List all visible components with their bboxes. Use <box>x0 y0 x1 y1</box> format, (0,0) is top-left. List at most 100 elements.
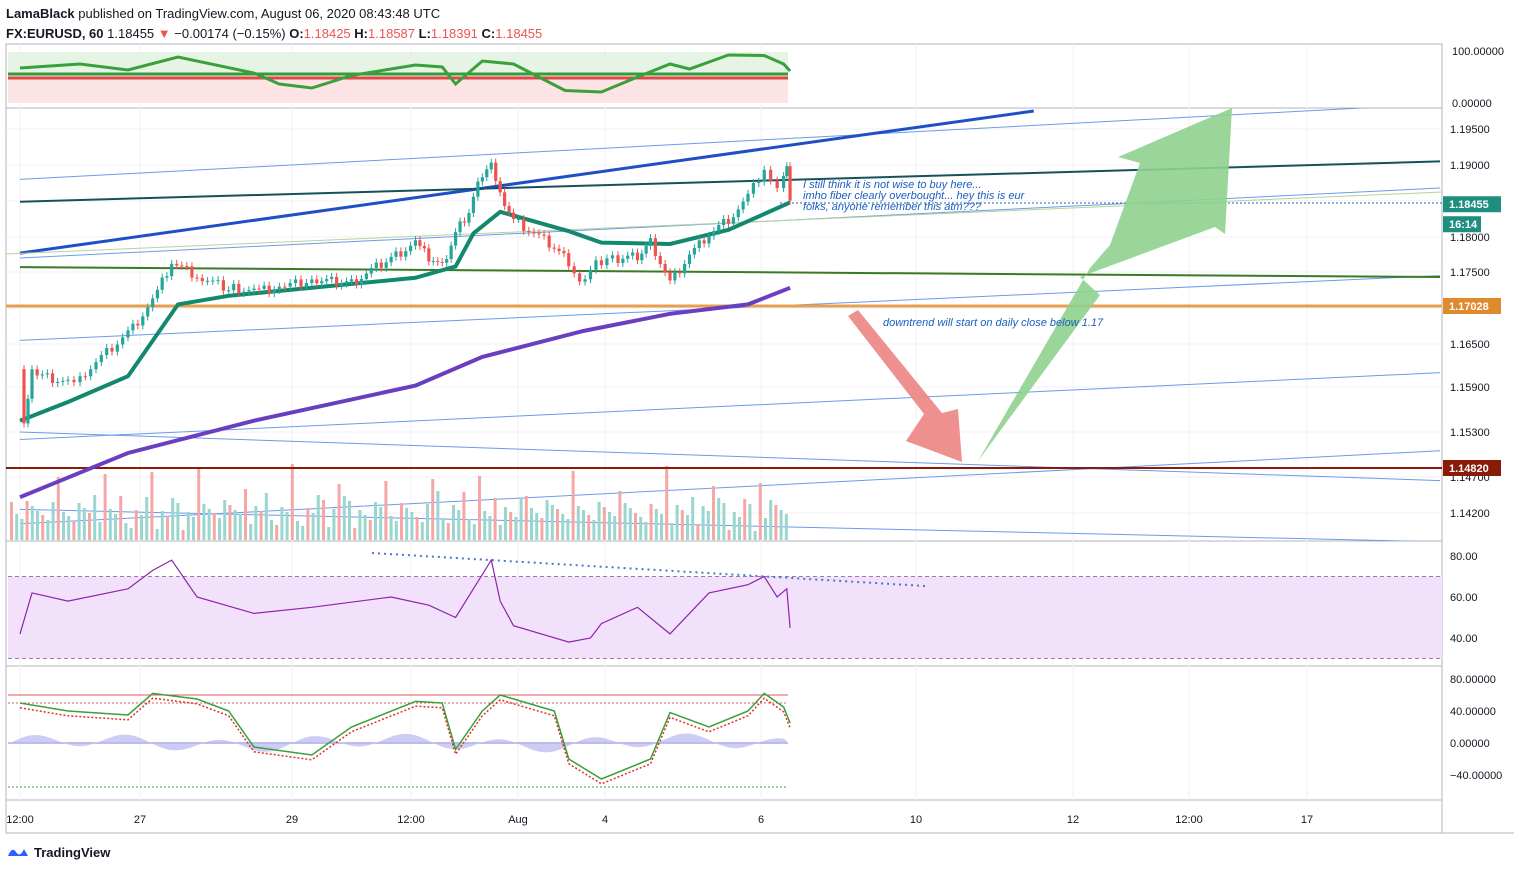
volume-bar <box>483 511 487 540</box>
candle-body <box>30 369 34 399</box>
candle-body <box>583 279 587 282</box>
candle-body <box>605 258 609 266</box>
volume-bar <box>15 514 19 540</box>
volume-bar <box>769 500 773 540</box>
volume-bar <box>212 513 216 540</box>
volume-bar <box>389 516 393 540</box>
candle-body <box>330 276 334 280</box>
candle-body <box>89 369 93 377</box>
volume-bar <box>186 512 190 540</box>
candle-body <box>707 235 711 244</box>
rsi-axis-label: 60.00 <box>1450 592 1478 604</box>
volume-bar <box>160 511 164 540</box>
candle-body <box>232 283 236 291</box>
candle-body <box>572 266 576 274</box>
candle-body <box>72 379 76 383</box>
volume-bar <box>519 499 523 540</box>
volume-bar <box>254 506 258 540</box>
volume-bar <box>665 466 669 540</box>
candle-body <box>272 289 276 294</box>
candle-body <box>449 245 453 259</box>
candle-body <box>409 245 413 252</box>
volume-bar <box>72 521 76 540</box>
candle-body <box>485 169 489 178</box>
volume-bar <box>129 528 133 540</box>
volume-bar <box>550 505 554 540</box>
candle-body <box>404 251 408 257</box>
price-axis-label: 1.18000 <box>1450 232 1490 244</box>
candle-body <box>517 218 521 220</box>
volume-bar <box>446 523 450 540</box>
candle-body <box>165 276 169 278</box>
candle-body <box>687 254 692 264</box>
time-axis-label: Aug <box>508 814 528 826</box>
osc-axis-100: 100.00000 <box>1452 46 1504 58</box>
candle-body <box>726 219 731 224</box>
volume-bar <box>228 505 232 540</box>
volume-bar <box>493 498 497 540</box>
osc-axis-0: 0.00000 <box>1452 98 1492 110</box>
candle-body <box>736 209 740 218</box>
candle-body <box>247 290 251 292</box>
volume-bar <box>732 512 736 540</box>
volume-bar <box>540 518 544 540</box>
rsi-band <box>8 576 1442 659</box>
volume-bar <box>597 502 601 540</box>
volume-bar <box>530 508 533 540</box>
candle-body <box>683 263 687 274</box>
volume-bar <box>353 528 357 540</box>
volume-bar <box>753 531 757 540</box>
time-axis-label: 4 <box>602 814 608 826</box>
candle-body <box>283 286 287 288</box>
annotation-note-line: folks, anyone remember this atm??? <box>803 201 982 213</box>
candle-body <box>527 230 531 233</box>
candle-body <box>315 279 319 284</box>
volume-bar <box>524 496 528 540</box>
volume-bar <box>264 493 268 540</box>
candle-body <box>354 279 359 285</box>
volume-bar <box>249 524 253 540</box>
candle-body <box>668 272 672 281</box>
candle-body <box>588 269 593 280</box>
candle-body <box>476 181 480 197</box>
candle-body <box>741 201 745 210</box>
candle-body <box>626 255 630 259</box>
candle-body <box>562 250 566 254</box>
candle-body <box>190 266 194 278</box>
volume-bar <box>114 514 117 540</box>
tradingview-brand[interactable]: TradingView <box>34 845 110 860</box>
volume-bar <box>576 506 580 540</box>
volume-bar <box>332 509 336 540</box>
volume-bar <box>628 508 632 540</box>
tradingview-logo-icon[interactable] <box>6 844 30 860</box>
time-axis-label: 10 <box>910 814 922 826</box>
volume-bar <box>405 508 409 540</box>
stoch-axis-label: 0.00000 <box>1450 738 1490 750</box>
volume-bar <box>145 497 149 540</box>
candle-body <box>489 162 493 170</box>
candle-body <box>288 283 292 287</box>
candle-body <box>252 288 256 291</box>
candle-body <box>431 261 435 263</box>
volume-bar <box>171 498 175 540</box>
candle-body <box>578 273 582 282</box>
volume-bar <box>244 489 247 540</box>
volume-bar <box>67 516 71 540</box>
candle-body <box>631 252 635 256</box>
candle-body <box>151 298 155 308</box>
chart-canvas[interactable]: 100.000000.00000I still think it is not … <box>0 0 1520 870</box>
price-axis-label: 1.15300 <box>1450 427 1490 439</box>
candle-body <box>115 344 119 352</box>
volume-bar <box>10 502 13 540</box>
volume-bar <box>327 527 331 540</box>
volume-bar <box>514 517 518 540</box>
level-orange-tag: 1.17028 <box>1449 301 1489 313</box>
volume-bar <box>764 518 767 540</box>
volume-bar <box>498 525 502 540</box>
candle-body <box>61 380 65 382</box>
stoch-axis-label: 80.00000 <box>1450 674 1496 686</box>
candle-body <box>299 279 303 287</box>
time-axis-label: 12:00 <box>6 814 34 826</box>
volume-bar <box>134 510 138 540</box>
volume-bar <box>441 518 445 540</box>
